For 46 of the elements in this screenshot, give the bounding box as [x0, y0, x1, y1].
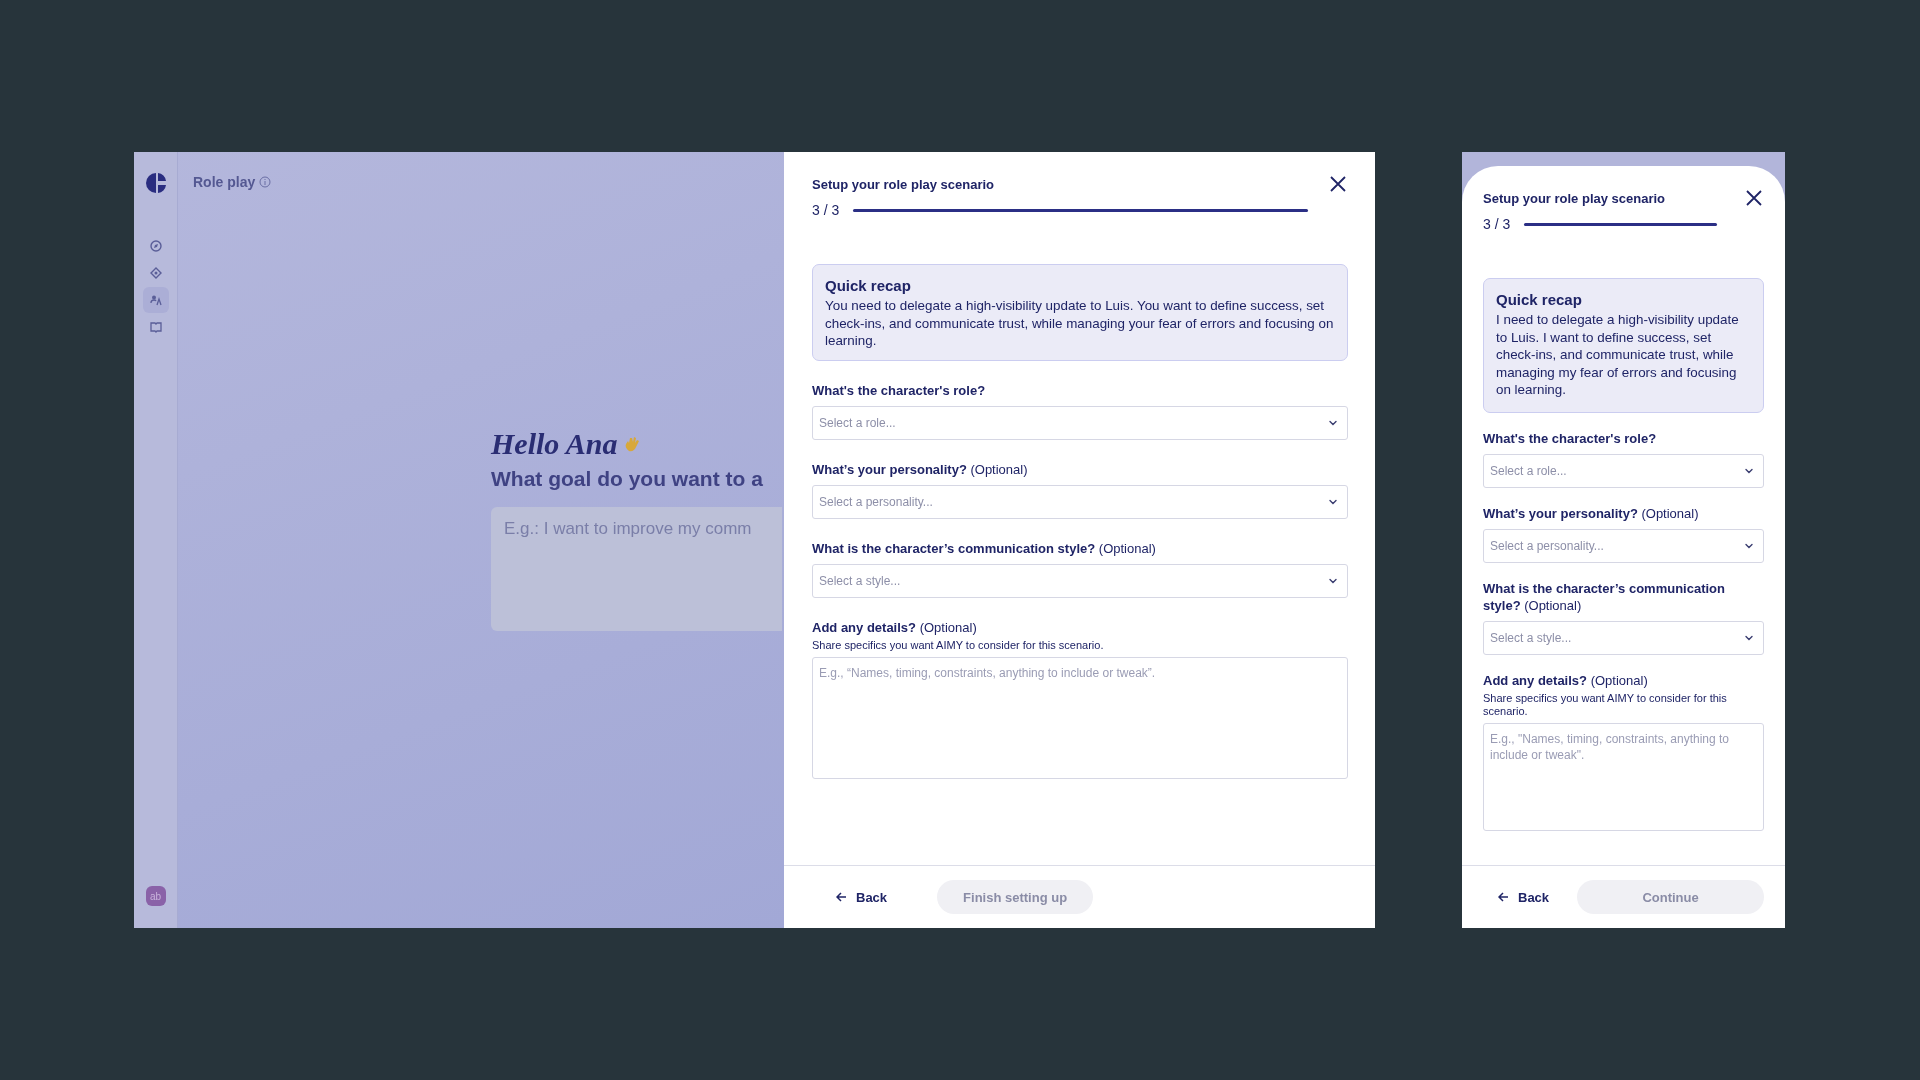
- close-button[interactable]: [1744, 188, 1764, 208]
- book-icon: [149, 321, 162, 333]
- select-field[interactable]: Select a personality...: [812, 484, 1348, 519]
- step-counter: 3 / 3: [1483, 216, 1511, 232]
- target-icon: [149, 267, 162, 279]
- compass-icon: [149, 240, 162, 252]
- recap-text: You need to delegate a high-visibility update to Luis. You want to define success, set check-ins, and communicate trust, while managing your fear of errors and focusing on learning.: [825, 297, 1335, 350]
- select-field[interactable]: Select a role...: [812, 405, 1348, 440]
- field-label: What is the character’s communication style? (Optional): [812, 539, 1157, 557]
- page-title: Role play: [193, 174, 256, 190]
- select-field[interactable]: Select a personality...: [1483, 528, 1764, 563]
- field-label: Add any details? (Optional): [812, 618, 978, 636]
- people-icon: [149, 294, 162, 306]
- dialog-title: Setup your role play scenario: [1483, 190, 1666, 206]
- close-icon: [1744, 188, 1764, 208]
- recap-title: Quick recap: [825, 277, 912, 294]
- arrow-left-icon: [836, 892, 847, 902]
- field-hint: Share specifics you want AIMY to consider for this scenario.: [1483, 691, 1728, 718]
- back-button[interactable]: Back: [830, 883, 894, 911]
- details-field[interactable]: E.g., “Names, timing, constraints, anything to include or tweak”.: [812, 656, 1348, 779]
- field-label: What’s your personality? (Optional): [812, 460, 1029, 478]
- goal-field[interactable]: E.g.: I want to improve my comm: [491, 507, 782, 631]
- select-field[interactable]: Select a role...: [1483, 453, 1764, 488]
- logo-icon: [144, 172, 167, 194]
- info-icon: [259, 176, 272, 188]
- close-button[interactable]: [1328, 174, 1348, 194]
- recap-title: Quick recap: [1496, 291, 1583, 308]
- step-counter: 3 / 3: [812, 202, 840, 218]
- sidebar-item[interactable]: [142, 287, 169, 313]
- field-label: Add any details? (Optional): [1483, 671, 1649, 689]
- goal-question: What goal do you want to a: [491, 467, 763, 491]
- recap-text: I need to delegate a high-visibility update to Luis. I want to define success, set check-ins, and communicate trust, while managing my fear of errors and focusing on learning.: [1496, 311, 1740, 399]
- details-field[interactable]: E.g., "Names, timing, constraints, anything to include or tweak".: [1483, 722, 1764, 831]
- close-icon: [1328, 174, 1348, 194]
- select-field[interactable]: Select a style...: [812, 563, 1348, 598]
- back-button[interactable]: Back: [1492, 883, 1556, 911]
- dialog-title: Setup your role play scenario: [812, 176, 995, 192]
- field-label: What’s your personality? (Optional): [1483, 504, 1700, 522]
- field-label: What's the character's role?: [812, 381, 987, 399]
- field-label: What is the character’s communication style? (Optional): [1483, 579, 1726, 614]
- greeting: Hello Ana: [491, 427, 618, 461]
- field-hint: Share specifics you want AIMY to consider for this scenario.: [812, 638, 1105, 652]
- user-avatar[interactable]: ab: [145, 886, 166, 906]
- field-label: What's the character's role?: [1483, 429, 1658, 447]
- select-field[interactable]: Select a style...: [1483, 620, 1764, 655]
- arrow-left-icon: [1498, 892, 1509, 902]
